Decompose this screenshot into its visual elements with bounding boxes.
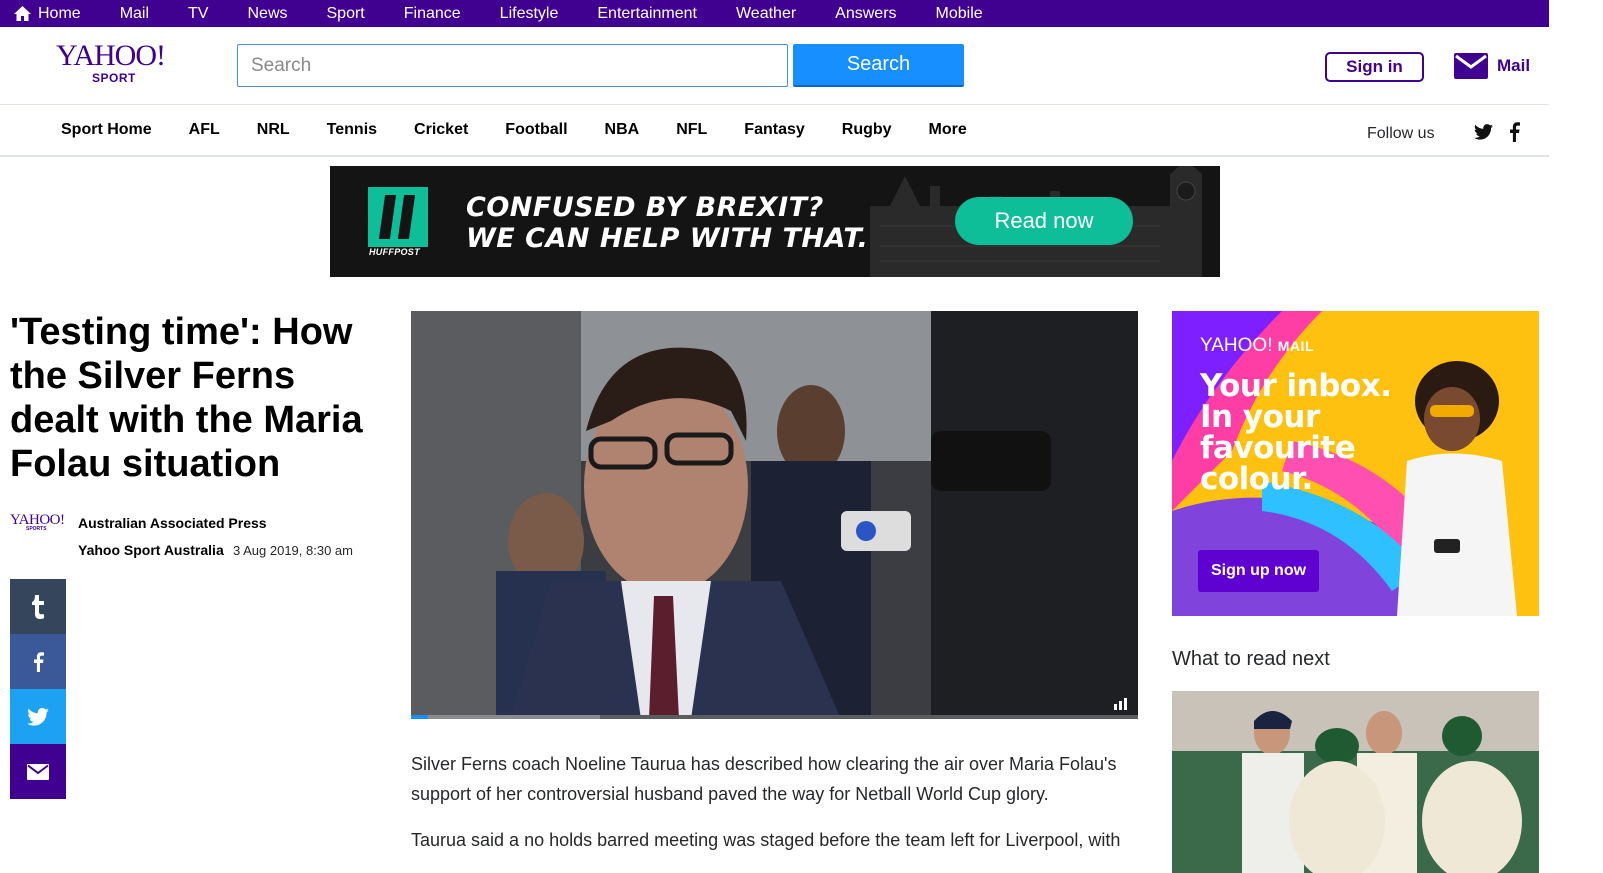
share-twitter-button[interactable] [10, 689, 66, 744]
topnav-mobile[interactable]: Mobile [936, 5, 983, 23]
twitter-icon[interactable] [1474, 124, 1493, 140]
logo-subtitle: SPORT [92, 71, 136, 85]
article-paragraph-2: Taurua said a no holds barred meeting wa… [411, 830, 1121, 850]
search-input[interactable] [237, 44, 788, 87]
sportnav-sport-home[interactable]: Sport Home [61, 121, 152, 139]
yahoo-sports-author-logo: YAHOO! SPORTS [10, 513, 70, 535]
topnav-home-label: Home [38, 4, 81, 22]
banner-headline-1: CONFUSED BY BREXIT? [466, 192, 824, 223]
huffpost-logo [368, 187, 428, 247]
tumblr-icon [32, 594, 44, 619]
mail-ad-line-3: favourite [1200, 430, 1356, 466]
mail-link[interactable]: Mail [1454, 53, 1530, 79]
twitter-share-icon [27, 707, 49, 726]
mail-link-label: Mail [1497, 56, 1531, 75]
mail-share-icon [27, 763, 49, 780]
mail-ad-line-1: Your inbox. [1200, 368, 1392, 404]
logo-wordmark: YAHOO! [56, 39, 166, 72]
topnav-mail[interactable]: Mail [120, 5, 149, 23]
sign-in-button[interactable]: Sign in [1325, 52, 1424, 82]
topnav-news[interactable]: News [247, 5, 287, 23]
top-nav-bar: Home Mail TV News Sport Finance Lifestyl… [0, 0, 1549, 27]
byline-source: Australian Associated Press [78, 515, 267, 531]
topnav-entertainment[interactable]: Entertainment [597, 5, 697, 23]
author-logo-subtitle: SPORTS [26, 526, 47, 532]
share-mail-button[interactable] [10, 744, 66, 799]
sportnav-afl[interactable]: AFL [189, 121, 220, 139]
mail-ad-brand-main: YAHOO! [1200, 335, 1273, 356]
sportnav-football[interactable]: Football [505, 121, 567, 139]
cricket-players-image [1172, 691, 1539, 873]
sport-nav: Sport Home AFL NRL Tennis Cricket Footba… [0, 105, 1549, 157]
sign-up-now-button[interactable]: Sign up now [1198, 550, 1319, 592]
topnav-lifestyle[interactable]: Lifestyle [500, 5, 559, 23]
search-button[interactable]: Search [793, 44, 964, 87]
topnav-home[interactable]: Home [13, 5, 81, 23]
read-now-button[interactable]: Read now [955, 197, 1133, 245]
video-buffered-bar [411, 715, 600, 719]
mail-ad-line-2: In your [1200, 399, 1320, 435]
video-played-bar [411, 715, 428, 719]
facebook-share-icon [34, 651, 44, 672]
envelope-icon [1454, 53, 1488, 79]
huffpost-brand: HUFFPOST [369, 247, 420, 257]
sportnav-cricket[interactable]: Cricket [414, 121, 468, 139]
video-progress-bar[interactable] [411, 715, 1138, 719]
sportnav-fantasy[interactable]: Fantasy [744, 121, 804, 139]
sportnav-nfl[interactable]: NFL [676, 121, 707, 139]
topnav-finance[interactable]: Finance [404, 5, 461, 23]
facebook-icon[interactable] [1508, 122, 1520, 142]
mail-ad-brand: YAHOO! MAIL [1200, 335, 1314, 357]
site-header: YAHOO! SPORT Search Sign in Mail [0, 27, 1549, 105]
banner-headline-2: WE CAN HELP WITH THAT. [466, 223, 869, 254]
home-icon [14, 6, 31, 21]
mail-ad-line-4: colour. [1200, 461, 1313, 497]
read-next-thumbnail[interactable] [1172, 691, 1539, 873]
yahoo-sport-logo[interactable]: YAHOO! SPORT [56, 39, 172, 86]
article-paragraph-1: Silver Ferns coach Noeline Taurua has de… [411, 754, 1117, 804]
video-player[interactable] [411, 311, 1138, 719]
mail-ad-brand-suffix: MAIL [1277, 338, 1314, 354]
byline-date: 3 Aug 2019, 8:30 am [233, 543, 353, 558]
sportnav-rugby[interactable]: Rugby [842, 121, 892, 139]
what-to-read-next-heading: What to read next [1172, 648, 1330, 670]
follow-us-label: Follow us [1367, 125, 1435, 142]
share-tumblr-button[interactable] [10, 579, 66, 634]
sportnav-more[interactable]: More [929, 121, 967, 139]
sportnav-nba[interactable]: NBA [605, 121, 640, 139]
video-frame-scene [411, 311, 1138, 719]
yahoo-mail-ad[interactable]: YAHOO! MAIL Your inbox. In your favourit… [1172, 311, 1539, 616]
topnav-sport[interactable]: Sport [327, 5, 365, 23]
sportnav-nrl[interactable]: NRL [257, 121, 290, 139]
volume-icon[interactable] [1114, 698, 1128, 710]
topnav-weather[interactable]: Weather [736, 5, 796, 23]
share-facebook-button[interactable] [10, 634, 66, 689]
sportnav-tennis[interactable]: Tennis [327, 121, 377, 139]
byline-publisher: Yahoo Sport Australia [78, 542, 224, 558]
huffpost-banner-ad[interactable]: HUFFPOST CONFUSED BY BREXIT? WE CAN HELP… [330, 166, 1220, 277]
topnav-tv[interactable]: TV [188, 5, 208, 23]
article-headline: 'Testing time': How the Silver Ferns dea… [10, 311, 363, 485]
topnav-answers[interactable]: Answers [835, 5, 896, 23]
